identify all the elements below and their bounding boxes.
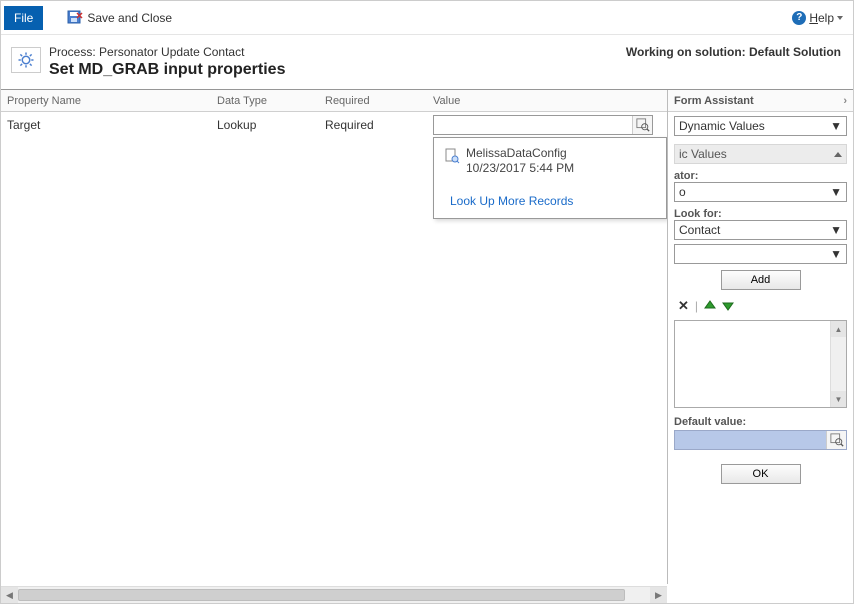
col-required: Required bbox=[319, 95, 427, 107]
save-close-icon bbox=[67, 10, 83, 26]
scroll-right-button[interactable]: ▶ bbox=[650, 587, 667, 603]
chevron-right-icon: › bbox=[843, 95, 847, 107]
scroll-left-button[interactable]: ◀ bbox=[1, 587, 18, 603]
look-for-entity-select[interactable]: Contact ▼ bbox=[674, 220, 847, 240]
cell-data-type: Lookup bbox=[211, 118, 319, 132]
lookup-input[interactable] bbox=[434, 116, 632, 134]
select-caret-icon: ▼ bbox=[830, 185, 842, 199]
properties-panel: Property Name Data Type Required Value T… bbox=[1, 90, 667, 584]
col-data-type: Data Type bbox=[211, 95, 319, 107]
form-assistant-header[interactable]: Form Assistant › bbox=[668, 90, 853, 112]
main-content: Property Name Data Type Required Value T… bbox=[1, 90, 853, 584]
col-value: Value bbox=[427, 95, 667, 107]
collapse-icon bbox=[834, 152, 842, 157]
lookup-dropdown: MelissaDataConfig 10/23/2017 5:44 PM Loo… bbox=[433, 137, 667, 219]
help-icon: ? bbox=[792, 11, 806, 25]
page-header: Process: Personator Update Contact Set M… bbox=[1, 35, 853, 89]
cell-value bbox=[427, 115, 667, 135]
help-label: Help bbox=[809, 11, 834, 25]
look-for-label: Look for: bbox=[674, 208, 847, 220]
list-toolbar: ✕ | bbox=[678, 298, 847, 314]
page-title: Set MD_GRAB input properties bbox=[49, 61, 285, 79]
save-and-close-button[interactable]: Save and Close bbox=[67, 10, 172, 26]
lookup-item-name: MelissaDataConfig bbox=[466, 146, 574, 161]
default-value-lookup-button[interactable] bbox=[826, 431, 846, 449]
add-button[interactable]: Add bbox=[721, 270, 801, 290]
select-caret-icon: ▼ bbox=[830, 247, 842, 261]
operator-value: o bbox=[679, 185, 686, 199]
select-caret-icon: ▼ bbox=[830, 223, 842, 237]
lookup-item-meta: 10/23/2017 5:44 PM bbox=[466, 161, 574, 176]
values-section-label: ic Values bbox=[679, 147, 727, 161]
look-for-attribute-select[interactable]: ▼ bbox=[674, 244, 847, 264]
file-menu-button[interactable]: File bbox=[4, 6, 43, 30]
solution-label: Working on solution: Default Solution bbox=[626, 45, 841, 59]
form-assistant-panel: Form Assistant › Dynamic Values ▼ ic Val… bbox=[667, 90, 853, 584]
look-for-value: Contact bbox=[679, 223, 720, 237]
cell-property-name: Target bbox=[1, 118, 211, 132]
values-listbox[interactable]: ▲ ▼ bbox=[674, 320, 847, 408]
table-header: Property Name Data Type Required Value bbox=[1, 90, 667, 112]
remove-icon[interactable]: ✕ bbox=[678, 298, 689, 314]
record-icon bbox=[444, 148, 460, 164]
dynamic-values-select[interactable]: Dynamic Values ▼ bbox=[674, 116, 847, 136]
lookup-result-item[interactable]: MelissaDataConfig 10/23/2017 5:44 PM bbox=[434, 138, 666, 184]
help-menu[interactable]: ? Help bbox=[792, 11, 843, 25]
process-label: Process: Personator Update Contact bbox=[49, 45, 285, 59]
operator-label: ator: bbox=[674, 170, 847, 182]
lookup-field[interactable] bbox=[433, 115, 653, 135]
move-up-icon[interactable] bbox=[704, 300, 716, 312]
chevron-down-icon bbox=[837, 16, 843, 20]
scrollbar-horizontal[interactable]: ◀ ▶ bbox=[1, 586, 667, 603]
lookup-button[interactable] bbox=[632, 116, 652, 134]
scroll-down-button[interactable]: ▼ bbox=[831, 391, 846, 407]
separator: | bbox=[695, 299, 698, 313]
process-icon bbox=[11, 47, 41, 73]
table-row: Target Lookup Required bbox=[1, 112, 667, 138]
move-down-icon[interactable] bbox=[722, 300, 734, 312]
ribbon: File Save and Close ? Help bbox=[1, 1, 853, 35]
col-property-name: Property Name bbox=[1, 95, 211, 107]
values-section-header[interactable]: ic Values bbox=[674, 144, 847, 164]
scroll-up-button[interactable]: ▲ bbox=[831, 321, 846, 337]
scroll-thumb[interactable] bbox=[18, 589, 625, 601]
scroll-track[interactable] bbox=[18, 587, 650, 603]
default-value-label: Default value: bbox=[674, 416, 847, 428]
operator-select[interactable]: o ▼ bbox=[674, 182, 847, 202]
scrollbar-vertical[interactable]: ▲ ▼ bbox=[830, 321, 846, 407]
default-value-input[interactable] bbox=[675, 431, 826, 449]
form-assistant-title: Form Assistant bbox=[674, 95, 754, 107]
ok-button[interactable]: OK bbox=[721, 464, 801, 484]
lookup-more-records-link[interactable]: Look Up More Records bbox=[434, 184, 666, 218]
default-value-field[interactable] bbox=[674, 430, 847, 450]
select-caret-icon: ▼ bbox=[830, 119, 842, 133]
save-close-label: Save and Close bbox=[87, 11, 172, 25]
cell-required: Required bbox=[319, 118, 427, 132]
dynamic-values-label: Dynamic Values bbox=[679, 119, 765, 133]
